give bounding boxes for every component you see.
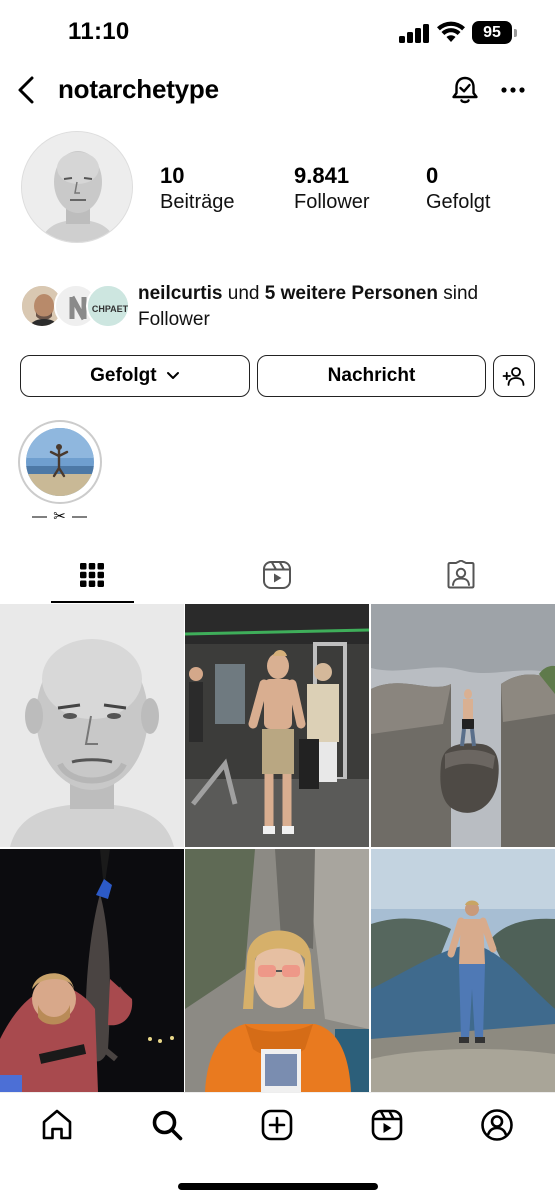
following-button[interactable]: Gefolgt (20, 355, 250, 397)
nav-search[interactable] (149, 1107, 185, 1143)
mutual-followers-avatars[interactable]: CHPAET (20, 284, 130, 330)
followed-by-connector: und (227, 283, 260, 304)
add-person-icon (502, 367, 525, 386)
tagged-icon (447, 560, 475, 589)
signal-icon (399, 23, 429, 43)
message-button-label: Nachricht (327, 365, 416, 386)
mutual-avatar-3: CHPAET (86, 284, 130, 328)
profile-avatar[interactable] (21, 131, 133, 243)
nav-create[interactable] (259, 1107, 295, 1143)
profile-username: notarchetype (58, 74, 219, 104)
story-highlight-label: — ✂ — (32, 508, 88, 525)
followed-by-name[interactable]: neilcurtis (138, 283, 222, 304)
home-icon (42, 1109, 72, 1140)
reels-icon (371, 1109, 403, 1141)
post-thumbnail-6[interactable] (371, 849, 555, 1092)
story-highlight[interactable] (18, 420, 102, 504)
posts-grid (0, 604, 555, 1092)
stat-posts-label: Beiträge (160, 191, 235, 213)
more-options-button[interactable] (499, 74, 529, 106)
mutual-avatar-3-text: CHPAET (92, 304, 129, 314)
profile-icon (481, 1109, 513, 1141)
search-icon (152, 1110, 183, 1141)
following-button-label: Gefolgt (90, 365, 157, 386)
nav-reels[interactable] (369, 1107, 405, 1143)
stat-following-label: Gefolgt (426, 191, 491, 213)
nav-profile[interactable] (479, 1107, 515, 1143)
battery-icon: 95 (472, 21, 517, 44)
post-thumbnail-3[interactable] (371, 604, 555, 847)
stat-following[interactable]: 0 Gefolgt (426, 163, 490, 215)
post-thumbnail-4[interactable] (0, 849, 184, 1092)
tab-tagged[interactable] (370, 548, 555, 606)
chevron-down-icon (166, 371, 179, 379)
stat-followers-count: 9.841 (294, 163, 350, 188)
back-button[interactable] (12, 72, 42, 108)
stat-followers[interactable]: 9.841 Follower (294, 163, 370, 215)
notifications-button[interactable] (449, 74, 481, 106)
followed-by-others[interactable]: 5 weitere Personen (265, 283, 438, 304)
tab-reels[interactable] (185, 548, 370, 606)
tab-posts-grid[interactable] (0, 548, 185, 606)
status-bar: 11:10 95 (0, 0, 555, 62)
stat-followers-label: Follower (294, 191, 370, 213)
stat-posts-count: 10 (160, 163, 185, 188)
profile-header: notarchetype (0, 62, 555, 118)
chevron-left-icon (18, 76, 34, 104)
profile-tabs (0, 548, 555, 606)
post-thumbnail-2[interactable] (185, 604, 369, 847)
post-thumbnail-5[interactable] (185, 849, 369, 1092)
post-thumbnail-1[interactable] (0, 604, 184, 847)
home-indicator (178, 1183, 378, 1190)
message-button[interactable]: Nachricht (257, 355, 486, 397)
wifi-icon (437, 21, 465, 42)
nav-home[interactable] (39, 1107, 75, 1143)
active-tab-indicator (51, 601, 134, 603)
stat-posts[interactable]: 10 Beiträge (160, 163, 235, 215)
suggest-people-button[interactable] (493, 355, 535, 397)
grid-icon (80, 563, 104, 587)
create-icon (261, 1109, 293, 1141)
stat-following-count: 0 (426, 163, 439, 188)
more-horizontal-icon (501, 87, 525, 93)
bell-check-icon (452, 76, 478, 104)
avatar-sketch-image (22, 132, 132, 242)
followed-by-text[interactable]: neilcurtis und 5 weitere Personen sind F… (138, 281, 538, 333)
status-time: 11:10 (68, 18, 130, 45)
reels-icon (263, 561, 291, 589)
story-highlight-thumbnail (26, 428, 94, 496)
